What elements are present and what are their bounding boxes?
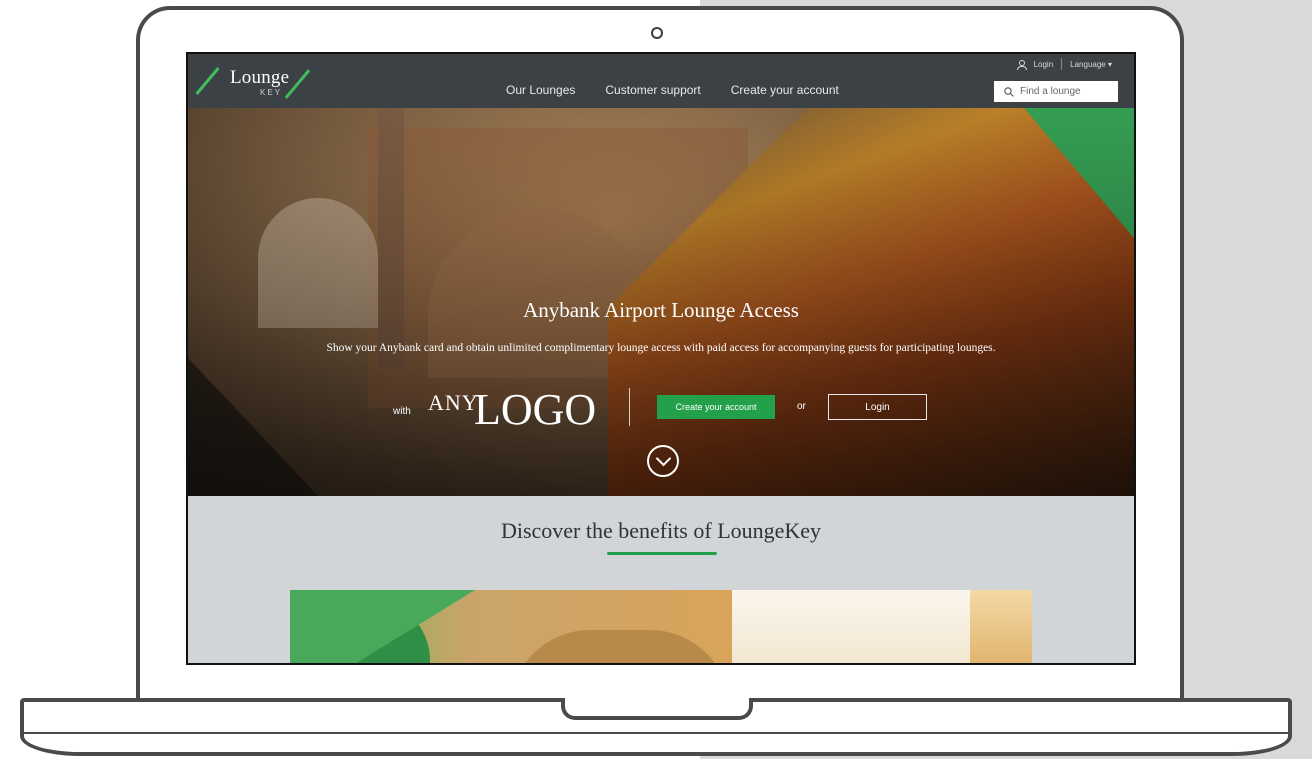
- with-label: with: [393, 406, 411, 417]
- benefit-image-light: [732, 590, 970, 663]
- browser-screen: Lounge KEY Our Lounges Customer support …: [186, 52, 1136, 665]
- benefit-image-hill-right: [510, 630, 730, 663]
- benefits-title: Discover the benefits of LoungeKey: [500, 518, 822, 543]
- create-account-button[interactable]: Create your account: [657, 395, 775, 419]
- benefits-underline: [607, 552, 717, 555]
- benefit-image-sunset: [970, 590, 1032, 663]
- benefits-image-strip: [290, 590, 1032, 663]
- logo-wordmark: Lounge: [230, 67, 290, 88]
- login-link[interactable]: Login: [1034, 60, 1054, 69]
- search-box[interactable]: [994, 81, 1118, 102]
- top-navbar: Lounge KEY Our Lounges Customer support …: [188, 54, 1134, 108]
- language-dropdown[interactable]: Language ▾: [1070, 60, 1112, 69]
- language-label: Language: [1070, 59, 1106, 69]
- benefits-section: Discover the benefits of LoungeKey: [188, 496, 1134, 663]
- logo-subtext: KEY: [260, 88, 283, 97]
- loungekey-logo[interactable]: Lounge KEY: [195, 62, 312, 100]
- nav-link-our-lounges[interactable]: Our Lounges: [506, 83, 575, 97]
- user-icon[interactable]: [1016, 59, 1027, 70]
- caret-down-icon: ▾: [1107, 59, 1112, 69]
- utility-divider: [1061, 58, 1063, 70]
- laptop-base-bottom: [20, 734, 1292, 756]
- hero-title: Anybank Airport Lounge Access: [523, 298, 799, 322]
- hero-cta-row: with ANY LOGO Create your account or Log…: [188, 385, 1134, 435]
- or-label: or: [797, 401, 806, 412]
- search-icon: [1004, 86, 1014, 97]
- nav-link-customer-support[interactable]: Customer support: [605, 83, 700, 97]
- benefit-image-landscape: [290, 590, 732, 663]
- login-button[interactable]: Login: [828, 394, 927, 420]
- cta-divider: [629, 388, 630, 426]
- logo-slash-left-icon: [195, 67, 220, 95]
- utility-bar: Login Language ▾: [1016, 58, 1112, 70]
- chevron-down-circle-icon[interactable]: [647, 445, 679, 477]
- partner-logo-any: ANY: [428, 390, 479, 415]
- main-nav: Our Lounges Customer support Create your…: [506, 83, 839, 97]
- partner-logo-logo: LOGO: [474, 385, 597, 434]
- laptop-notch: [561, 698, 753, 720]
- search-input[interactable]: [1020, 86, 1110, 97]
- hero-subtitle: Show your Anybank card and obtain unlimi…: [326, 342, 996, 354]
- camera-icon: [651, 27, 663, 39]
- hero-banner: Anybank Airport Lounge Access Show your …: [188, 108, 1134, 496]
- nav-link-create-account[interactable]: Create your account: [731, 83, 839, 97]
